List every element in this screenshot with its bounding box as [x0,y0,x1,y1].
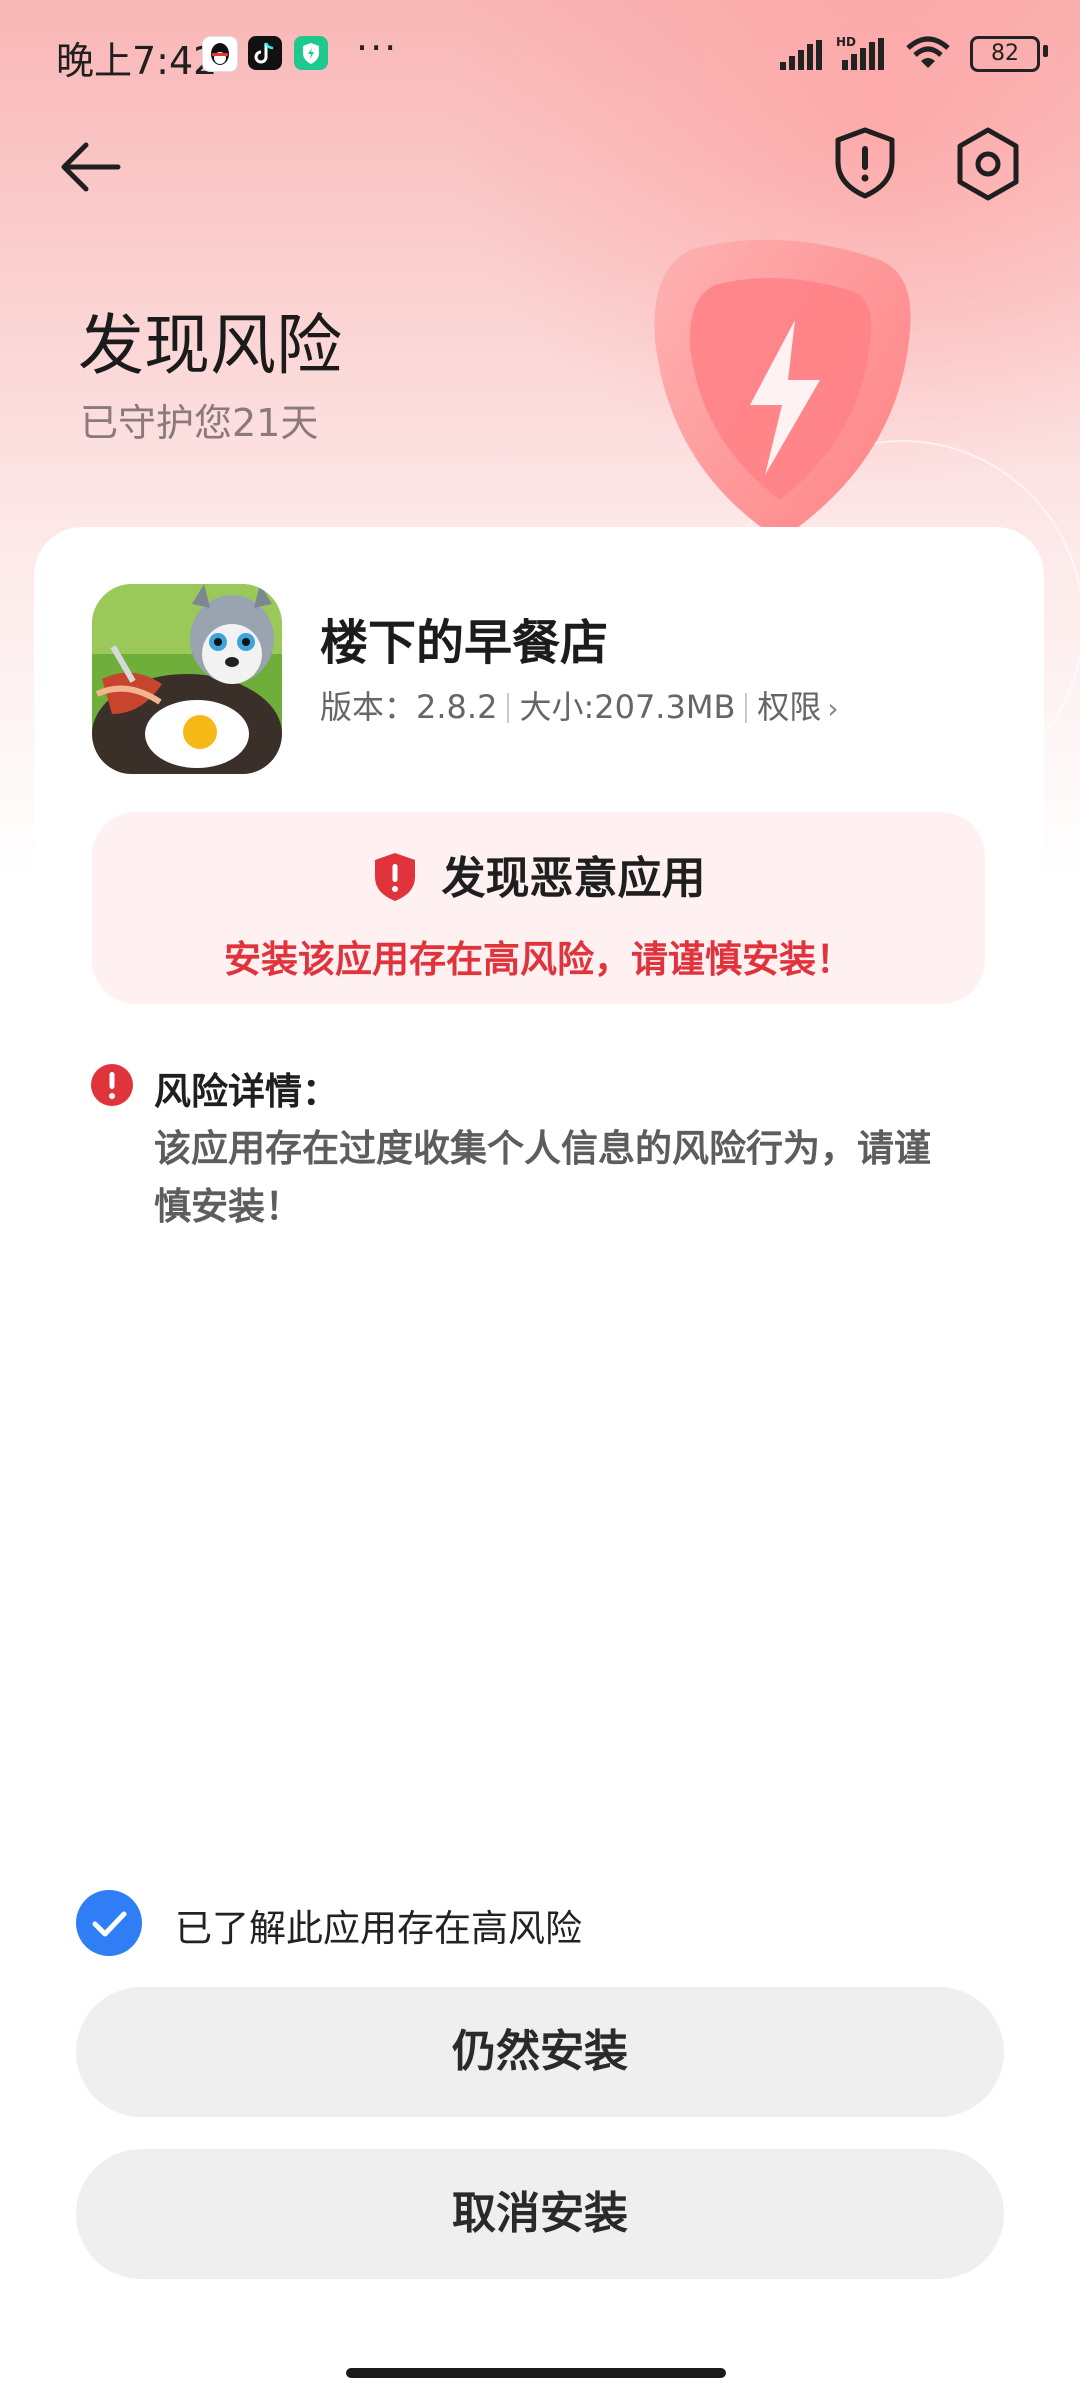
shield-illustration-icon [654,239,911,541]
status-time: 晚上7:42 [56,39,218,83]
wifi-icon [906,36,950,68]
qq-icon [202,36,238,72]
checkmark-icon [92,1911,127,1937]
battery-icon: 82 [970,36,1040,72]
app-size: 大小:207.3MB [519,688,736,726]
more-notifications-icon: ··· [356,26,399,70]
malicious-app-alert: 发现恶意应用 安装该应用存在高风险，请谨慎安装！ [92,812,985,1004]
home-indicator[interactable] [346,2368,726,2378]
app-version: 版本：2.8.2 [320,688,498,726]
back-arrow-icon[interactable] [56,132,126,202]
hd-signal-icon: HD [836,35,884,70]
chevron-right-icon: › [827,692,839,725]
signal-icon [780,40,822,70]
screen: 晚上7:42 ··· HD 82 发现风险 已守护您21天 楼下的早餐店 版本：… [0,0,1080,2400]
alert-description: 安装该应用存在高风险，请谨慎安装！ [224,938,853,981]
status-indicators: HD 82 [780,34,1048,74]
shield-alert-icon[interactable] [832,126,898,200]
acknowledge-checkbox[interactable] [76,1890,142,1956]
divider [507,693,510,723]
security-app-icon [294,36,328,70]
battery-tip [1043,45,1048,57]
risk-info-icon [91,1064,133,1106]
tiktok-icon [248,36,282,70]
permissions-link[interactable]: 权限 › [757,688,838,726]
shield-warning-icon [374,853,415,901]
alert-title: 发现恶意应用 [441,853,706,904]
page-title: 发现风险 [78,307,342,384]
app-name: 楼下的早餐店 [320,615,609,671]
status-bar: 晚上7:42 ··· HD 82 [0,0,1080,110]
protection-days: 已守护您21天 [80,401,319,445]
acknowledge-label[interactable]: 已了解此应用存在高风险 [175,1898,582,1952]
app-icon [92,584,282,774]
svg-text:HD: HD [836,35,856,49]
settings-icon[interactable] [952,126,1024,202]
permissions-label: 权限 [757,688,822,726]
app-meta: 版本：2.8.2 大小:207.3MB 权限 › [320,682,839,728]
cancel-install-button[interactable]: 取消安装 [76,2149,1004,2279]
install-anyway-button[interactable]: 仍然安装 [76,1987,1004,2117]
risk-details-text: 该应用存在过度收集个人信息的风险行为，请谨慎安装！ [154,1127,931,1228]
risk-details-label: 风险详情： [154,1070,339,1113]
risk-card [34,527,1044,2400]
divider [745,693,748,723]
alert-title-row: 发现恶意应用 [92,842,985,906]
